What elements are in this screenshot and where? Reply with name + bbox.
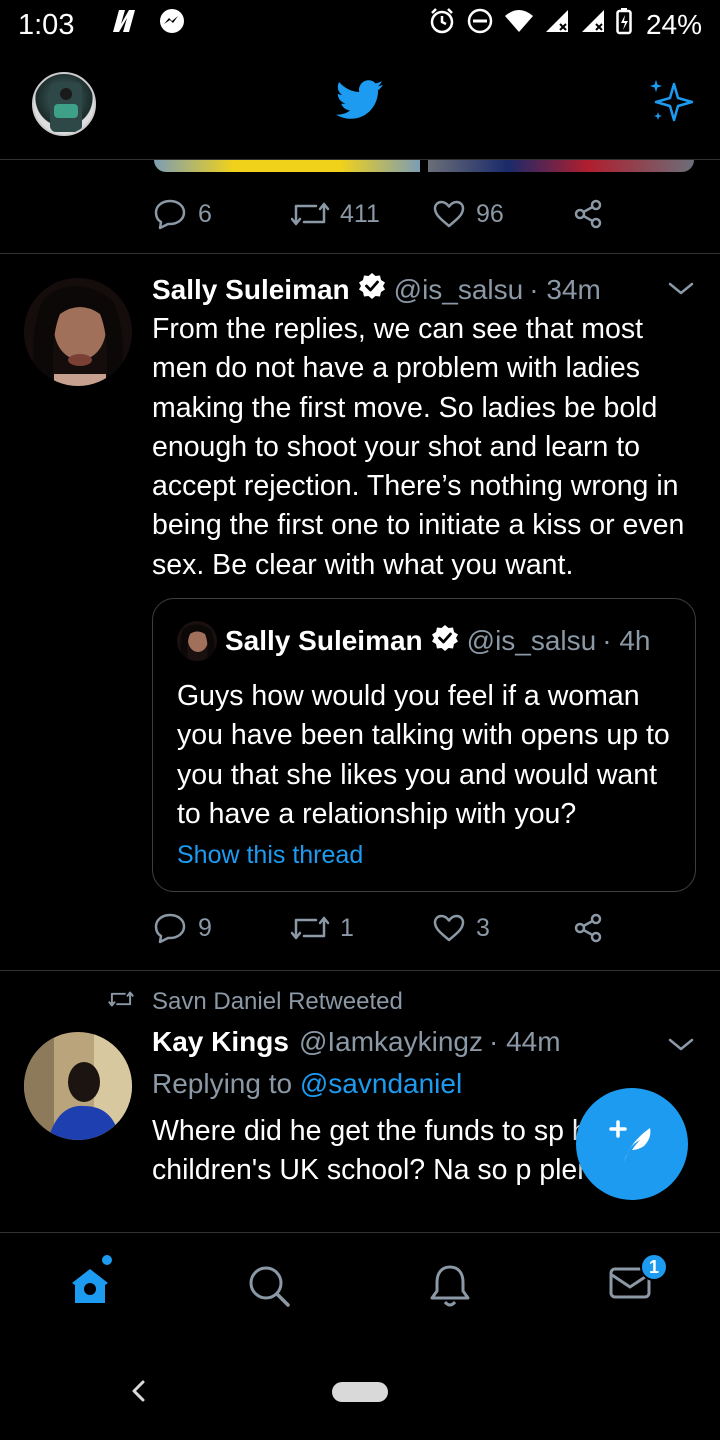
chevron-down-icon[interactable] (668, 278, 694, 303)
tweet-time: · 44m (488, 1026, 561, 1057)
like-count: 3 (476, 913, 490, 942)
author-handle: @is_salsu (393, 273, 524, 305)
search-icon (246, 1266, 292, 1313)
replying-to-prefix: Replying to (152, 1068, 293, 1099)
reply-button[interactable]: 6 (152, 198, 290, 230)
share-icon (572, 198, 604, 230)
quoted-tweet-time: · 4h (602, 625, 651, 656)
messenger-notification-icon (158, 7, 186, 43)
battery-icon (616, 7, 632, 43)
quoted-author-avatar (177, 621, 217, 661)
status-bar: 1:03 24% (0, 0, 720, 50)
system-navigation-bar (0, 1344, 720, 1440)
wifi-icon (504, 8, 534, 42)
nav-search[interactable] (246, 1263, 292, 1314)
retweeted-by-text[interactable]: Savn Daniel Retweeted (152, 988, 403, 1016)
previous-tweet-actions: 6 411 96 (152, 198, 604, 230)
reply-count: 9 (198, 913, 212, 942)
signal-icon (544, 8, 570, 42)
retweet-button[interactable]: 411 (290, 199, 432, 229)
media-image-2[interactable] (428, 160, 694, 172)
like-button[interactable]: 96 (432, 199, 572, 229)
retweet-count: 411 (340, 199, 380, 228)
tweet-divider (0, 970, 720, 971)
previous-tweet[interactable]: 6 411 96 (0, 160, 720, 254)
show-thread-link[interactable]: Show this thread (177, 841, 363, 870)
back-icon[interactable] (128, 1376, 148, 1411)
author-handle: @Iamkaykingz (298, 1026, 483, 1057)
top-app-bar (0, 50, 720, 160)
share-button[interactable] (572, 198, 604, 230)
tweet-header: Sally Suleiman @is_salsu · 34m (152, 272, 601, 307)
nav-home[interactable] (68, 1263, 112, 1312)
reply-icon (152, 198, 188, 230)
compose-tweet-button[interactable] (576, 1088, 688, 1200)
verified-badge-icon (431, 624, 459, 659)
reply-icon (152, 912, 188, 944)
retweet-icon (290, 199, 330, 229)
tweet-header: Kay Kings @Iamkaykingz · 44m (152, 1026, 561, 1058)
chevron-down-icon[interactable] (668, 1034, 694, 1059)
heart-icon (432, 199, 466, 229)
tweet-text: From the replies, we can see that most m… (152, 313, 685, 581)
author-name[interactable]: Sally Suleiman (152, 274, 350, 306)
signal-icon-2 (580, 8, 606, 42)
reply-count: 6 (198, 199, 212, 228)
author-name[interactable]: Kay Kings (152, 1026, 289, 1058)
quoted-author-handle: @is_salsu (466, 625, 597, 656)
profile-avatar-button[interactable] (32, 72, 96, 136)
reply-button[interactable]: 9 (152, 912, 290, 944)
alarm-icon (428, 7, 456, 43)
replying-to-mention[interactable]: @savndaniel (300, 1068, 462, 1099)
bottom-navigation: 1 (0, 1232, 720, 1344)
nav-notifications[interactable] (428, 1263, 472, 1314)
retweet-icon (290, 913, 330, 943)
twitter-logo-icon[interactable] (335, 80, 384, 125)
media-image-1[interactable] (154, 160, 420, 172)
verified-badge-icon (358, 272, 386, 307)
like-count: 96 (476, 199, 504, 228)
like-button[interactable]: 3 (432, 913, 572, 943)
do-not-disturb-icon (466, 7, 494, 43)
retweet-button[interactable]: 1 (290, 913, 432, 943)
sparkle-icon[interactable] (646, 78, 696, 131)
home-icon (68, 1269, 112, 1311)
previous-tweet-media[interactable] (154, 160, 694, 172)
mail-icon (608, 1267, 652, 1307)
status-time: 1:03 (18, 8, 75, 41)
replying-to: Replying to @savndaniel (152, 1068, 462, 1100)
netflix-notification-icon (110, 8, 144, 42)
quoted-tweet-header: Sally Suleiman @is_salsu · 4h (225, 621, 650, 661)
compose-feather-icon (604, 1114, 660, 1175)
retweeted-by-line: Savn Daniel Retweeted (108, 988, 403, 1016)
heart-icon (432, 913, 466, 943)
battery-level: 24% (645, 9, 702, 40)
messages-badge: 1 (640, 1253, 668, 1281)
author-avatar[interactable] (24, 278, 132, 386)
retweet-count: 1 (340, 913, 354, 942)
tweet-time: · 34m (529, 273, 601, 305)
author-avatar[interactable] (24, 1032, 132, 1140)
quoted-author-name: Sally Suleiman (225, 625, 423, 656)
retweet-small-icon (108, 988, 134, 1016)
quoted-tweet-text: Guys how would you feel if a woman you h… (177, 680, 670, 830)
share-icon (572, 912, 604, 944)
tweet-actions: 9 1 3 (152, 912, 604, 944)
share-button[interactable] (572, 912, 604, 944)
bell-icon (428, 1265, 472, 1313)
home-gesture-pill[interactable] (332, 1382, 388, 1402)
tweet-sally-suleiman[interactable]: Sally Suleiman @is_salsu · 34m From the … (0, 254, 720, 970)
quoted-tweet[interactable]: Sally Suleiman @is_salsu · 4h Guys how w… (152, 598, 696, 892)
